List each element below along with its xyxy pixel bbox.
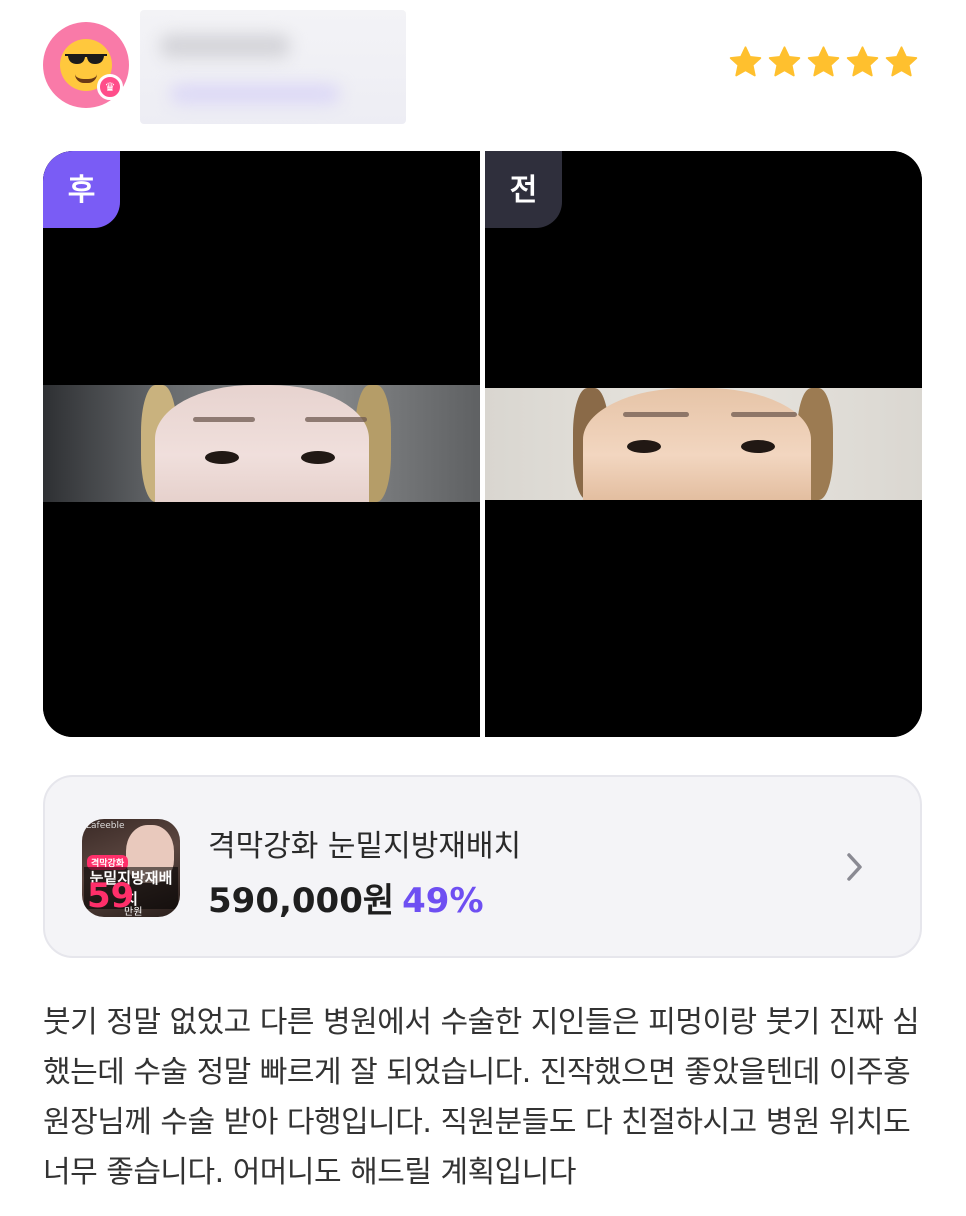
review-header: ♛ xyxy=(0,0,966,140)
thumbnail-unit: 만원 xyxy=(124,907,143,917)
star-icon xyxy=(807,46,840,77)
star-icon xyxy=(885,46,918,77)
after-eye-crop xyxy=(43,385,480,502)
star-icon xyxy=(768,46,801,77)
review-text: 붓기 정말 없었고 다른 병원에서 수술한 지인들은 피멍이랑 붓기 진짜 심했… xyxy=(43,1005,920,1190)
before-photo[interactable]: 전 xyxy=(485,151,922,737)
discount-rate: 49% xyxy=(402,881,484,921)
product-price-row: 590,000원 49% xyxy=(208,873,484,922)
before-after-photos[interactable]: 후 전 xyxy=(43,151,922,737)
crown-icon: ♛ xyxy=(97,74,123,100)
product-card[interactable]: Lafeeble 격막강화 눈밑지방재배치 59 만원 격막강화 눈밑지방재배치… xyxy=(43,775,922,958)
star-icon xyxy=(729,46,762,77)
blurred-username xyxy=(140,10,406,124)
chevron-right-icon[interactable] xyxy=(845,851,865,883)
before-eye-crop xyxy=(485,388,922,500)
product-price: 590,000원 xyxy=(208,881,395,921)
product-name: 격막강화 눈밑지방재배치 xyxy=(208,829,522,864)
star-rating xyxy=(727,44,920,81)
before-label: 전 xyxy=(485,151,562,228)
product-thumbnail: Lafeeble 격막강화 눈밑지방재배치 59 만원 xyxy=(82,819,180,917)
star-icon xyxy=(846,46,879,77)
after-label: 후 xyxy=(43,151,120,228)
avatar[interactable]: ♛ xyxy=(43,22,129,108)
after-photo[interactable]: 후 xyxy=(43,151,480,737)
